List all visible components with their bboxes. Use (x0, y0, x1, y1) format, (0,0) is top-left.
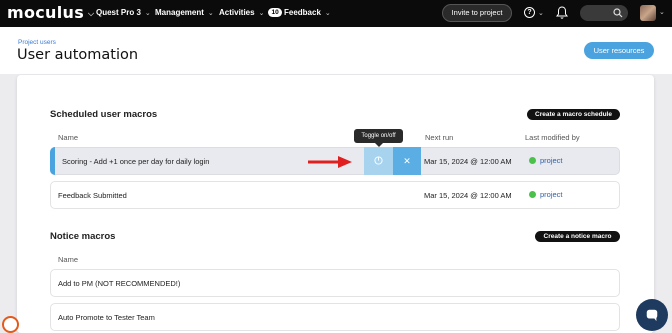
corner-logo-icon[interactable] (2, 316, 19, 333)
avatar[interactable] (640, 5, 656, 21)
search-icon (613, 8, 623, 18)
nav-item-label: Activities (219, 8, 255, 17)
notice-macros-title: Notice macros (50, 231, 116, 242)
invite-button[interactable]: Invite to project (442, 4, 512, 22)
tooltip: Toggle on/off (354, 129, 403, 147)
next-run: Mar 15, 2024 @ 12:00 AM (424, 157, 512, 166)
nav-item-management[interactable]: Management ⌄ (155, 8, 214, 17)
modified-by[interactable]: project (529, 190, 563, 199)
chevron-down-icon: ⌄ (207, 9, 214, 17)
scheduled-macros-title: Scheduled user macros (50, 109, 158, 120)
chevron-down-icon: ⌄ (659, 9, 665, 16)
macro-name: Auto Promote to Tester Team (58, 313, 155, 322)
chevron-down-icon: ⌵ (88, 8, 95, 18)
modified-by[interactable]: project (529, 156, 563, 165)
create-macro-schedule-button[interactable]: Create a macro schedule (527, 109, 620, 120)
column-header-last-modified: Last modified by (525, 133, 580, 142)
macro-name: Add to PM (NOT RECOMMENDED!) (58, 279, 181, 288)
chevron-down-icon: ⌄ (144, 9, 151, 17)
nav-item-label: Quest Pro 3 (96, 8, 141, 17)
create-notice-macro-button[interactable]: Create a notice macro (535, 231, 620, 242)
modified-by-label: project (540, 190, 563, 199)
app-logo[interactable]: moculus ⌵ (7, 3, 94, 22)
nav-item-feedback[interactable]: Feedback ⌄ (284, 8, 331, 17)
user-resources-button[interactable]: User resources (584, 42, 654, 59)
chat-icon (646, 309, 658, 322)
breadcrumb[interactable]: Project users (18, 39, 56, 46)
help-icon: ? (524, 7, 535, 18)
column-header-name: Name (58, 255, 79, 264)
chat-button[interactable] (636, 299, 668, 331)
table-row[interactable]: Feedback Submitted Mar 15, 2024 @ 12:00 … (50, 181, 620, 209)
chevron-down-icon: ⌄ (258, 9, 265, 17)
modified-by-label: project (540, 156, 563, 165)
macro-name: Feedback Submitted (58, 191, 127, 200)
toggle-button[interactable] (364, 147, 393, 175)
table-row[interactable]: Add to PM (NOT RECOMMENDED!) (50, 269, 620, 297)
column-header-name: Name (58, 133, 79, 142)
power-icon (374, 156, 383, 165)
chevron-down-icon: ⌄ (324, 9, 331, 17)
next-run: Mar 15, 2024 @ 12:00 AM (424, 191, 512, 200)
macro-name: Scoring - Add +1 once per day for daily … (62, 157, 210, 166)
top-nav: moculus ⌵ Quest Pro 3 ⌄ Management ⌄ Activ… (0, 0, 672, 27)
nav-item-label: Feedback (284, 8, 321, 17)
nav-item-label: Management (155, 8, 204, 17)
page-title: User automation (17, 47, 139, 63)
help-menu[interactable]: ? ⌄ (524, 7, 544, 18)
status-dot (529, 157, 536, 164)
nav-item-activities[interactable]: Activities ⌄ 10 (219, 8, 282, 17)
bell-icon[interactable] (556, 6, 568, 20)
column-header-next-run: Next run (425, 133, 454, 142)
count-badge: 10 (268, 8, 282, 17)
red-arrow-annotation (308, 156, 352, 168)
logo-text: moculus (7, 3, 85, 22)
search-input[interactable] (580, 5, 628, 21)
table-row[interactable]: Auto Promote to Tester Team (50, 303, 620, 331)
chevron-down-icon: ⌄ (538, 9, 544, 17)
nav-item-project[interactable]: Quest Pro 3 ⌄ (96, 8, 151, 17)
close-icon[interactable]: ✕ (393, 147, 421, 175)
page-header: Project users User automation (0, 27, 672, 74)
status-dot (529, 191, 536, 198)
